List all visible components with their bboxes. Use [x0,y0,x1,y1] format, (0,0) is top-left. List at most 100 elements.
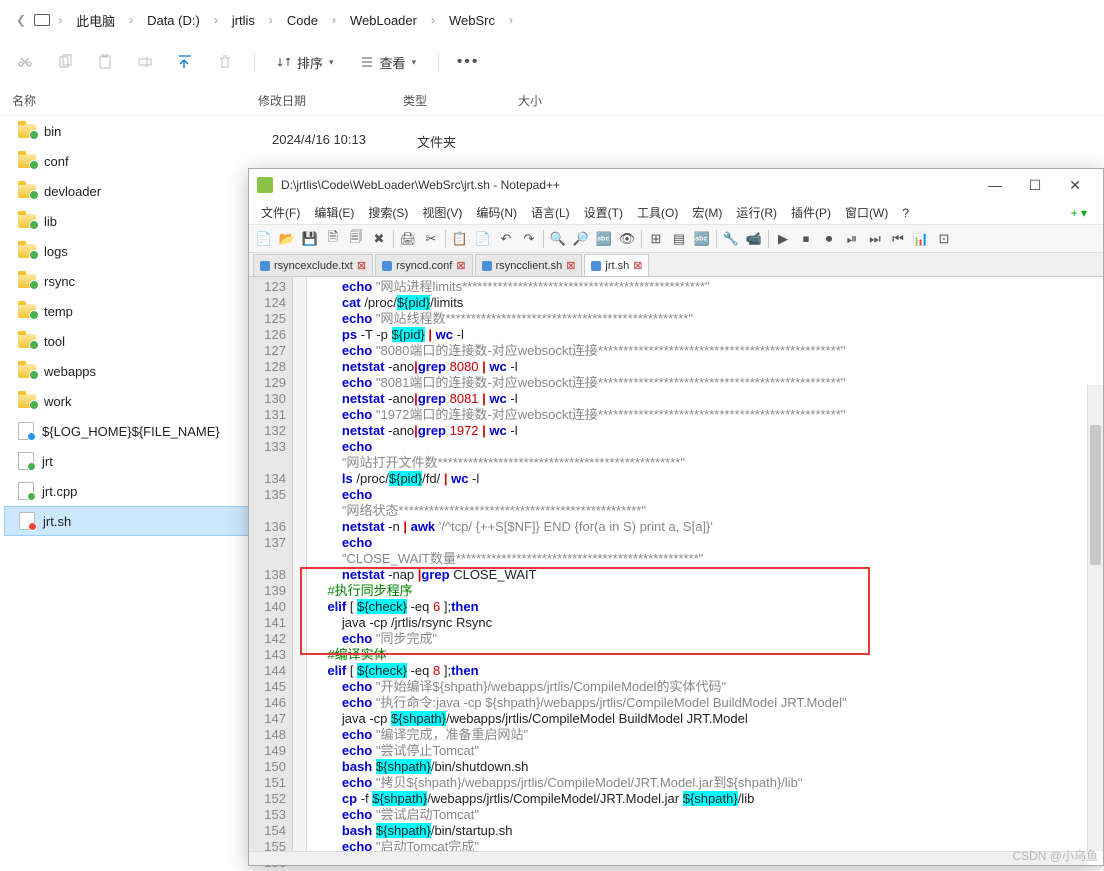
tab-bar: rsyncexclude.txt⊠rsyncd.conf⊠rsyncclient… [249,253,1103,277]
sort-dropdown[interactable]: 排序 ▾ [267,49,344,76]
menu-item[interactable]: 文件(F) [255,202,306,223]
close-button[interactable]: ✕ [1055,171,1095,199]
menu-item[interactable]: 编码(N) [470,202,523,223]
toolbar-button[interactable]: 🔎 [570,228,592,250]
menu-item[interactable]: 编辑(E) [308,202,360,223]
toolbar-button[interactable]: ↶ [495,228,517,250]
toolbar-button[interactable]: 📄 [472,228,494,250]
vertical-scrollbar[interactable] [1087,385,1103,851]
editor-tab[interactable]: rsyncclient.sh⊠ [475,254,583,276]
editor-tab[interactable]: rsyncd.conf⊠ [375,254,472,276]
chevron-icon[interactable]: ❮ [10,13,32,27]
crumb-folder[interactable]: jrtlis [226,11,261,30]
col-name[interactable]: 名称 [0,84,246,115]
close-tab-icon[interactable]: ⊠ [456,259,465,272]
toolbar-button[interactable]: 📋 [449,228,471,250]
file-item[interactable]: logs [4,236,250,266]
toolbar-button[interactable]: 💾 [299,228,321,250]
pc-icon[interactable] [34,12,50,28]
close-tab-icon[interactable]: ⊠ [566,259,575,272]
file-item[interactable]: jrt.sh [4,506,250,536]
menu-item[interactable]: 运行(R) [730,202,783,223]
crumb-folder[interactable]: WebSrc [443,11,501,30]
add-tab-button[interactable]: + ▾ [1061,206,1097,220]
toolbar-button[interactable]: 🗐 [345,228,367,250]
file-item[interactable]: jrt [4,446,250,476]
editor-tab[interactable]: rsyncexclude.txt⊠ [253,254,373,276]
toolbar-button[interactable]: 📹 [743,228,765,250]
menu-item[interactable]: ? [896,204,915,222]
toolbar-button[interactable]: ▤ [668,228,690,250]
menu-item[interactable]: 宏(M) [686,202,728,223]
crumb-drive[interactable]: Data (D:) [141,11,206,30]
close-tab-icon[interactable]: ⊠ [633,259,642,272]
editor[interactable]: 1231241251261271281291301311321331341351… [249,277,1103,865]
file-item[interactable]: work [4,386,250,416]
titlebar[interactable]: D:\jrtlis\Code\WebLoader\WebSrc\jrt.sh -… [249,169,1103,201]
col-type[interactable]: 类型 [391,84,506,115]
menu-item[interactable]: 工具(O) [631,202,684,223]
toolbar-button[interactable]: ⊡ [933,228,955,250]
toolbar-button[interactable]: 🔤 [691,228,713,250]
file-item[interactable]: jrt.cpp [4,476,250,506]
file-name: webapps [44,364,96,379]
col-size[interactable]: 大小 [506,84,586,115]
share-button[interactable] [168,46,202,78]
toolbar-button[interactable]: ✂ [420,228,442,250]
toolbar-button[interactable]: 🔤 [593,228,615,250]
toolbar-button[interactable]: ⏯ [841,228,863,250]
crumb-pc[interactable]: 此电脑 [70,9,121,32]
crumb-folder[interactable]: WebLoader [344,11,423,30]
file-item[interactable]: temp [4,296,250,326]
menu-item[interactable]: 窗口(W) [839,202,894,223]
menu-item[interactable]: 视图(V) [416,202,468,223]
toolbar-button[interactable]: 🔧 [720,228,742,250]
file-item[interactable]: devloader [4,176,250,206]
file-item[interactable]: tool [4,326,250,356]
toolbar-button[interactable]: 🔍 [547,228,569,250]
editor-tab[interactable]: jrt.sh⊠ [584,254,649,276]
menu-item[interactable]: 插件(P) [785,202,837,223]
more-button[interactable]: ••• [451,46,485,78]
toolbar-button[interactable]: ⊞ [645,228,667,250]
rename-button[interactable] [128,46,162,78]
view-dropdown[interactable]: 查看 ▾ [350,49,427,76]
file-item[interactable]: bin [4,116,250,146]
toolbar-button[interactable]: 📄 [253,228,275,250]
toolbar-button[interactable]: 📂 [276,228,298,250]
toolbar-button[interactable]: 🖨 [397,228,419,250]
delete-button[interactable] [208,46,242,78]
toolbar-button[interactable]: ⏹ [795,228,817,250]
paste-button[interactable] [88,46,122,78]
toolbar-button[interactable]: 🗎 [322,228,344,250]
close-tab-icon[interactable]: ⊠ [357,259,366,272]
file-item[interactable]: rsync [4,266,250,296]
copy-button[interactable] [48,46,82,78]
code-area[interactable]: echo "网站进程limits************************… [307,277,1103,865]
horizontal-scrollbar[interactable] [249,851,1087,865]
toolbar-button[interactable]: ▶ [772,228,794,250]
toolbar-button[interactable]: ⏮ [887,228,909,250]
file-icon [18,422,34,440]
folder-icon [18,214,36,228]
file-item[interactable]: lib [4,206,250,236]
cut-button[interactable] [8,46,42,78]
toolbar-button[interactable]: ↷ [518,228,540,250]
minimize-button[interactable]: — [975,171,1015,199]
toolbar-button[interactable]: ✖ [368,228,390,250]
menu-item[interactable]: 搜索(S) [362,202,414,223]
crumb-folder[interactable]: Code [281,11,324,30]
menu-bar: 文件(F)编辑(E)搜索(S)视图(V)编码(N)语言(L)设置(T)工具(O)… [249,201,1103,225]
toolbar-button[interactable]: 📊 [910,228,932,250]
toolbar-button[interactable]: 👁 [616,228,638,250]
col-modified[interactable]: 修改日期 [246,84,391,115]
file-item[interactable]: webapps [4,356,250,386]
maximize-button[interactable]: ☐ [1015,171,1055,199]
toolbar-button[interactable]: ⏺ [818,228,840,250]
chevron-icon: › [123,13,139,27]
toolbar-button[interactable]: ⏭ [864,228,886,250]
menu-item[interactable]: 语言(L) [525,202,576,223]
file-item[interactable]: conf [4,146,250,176]
menu-item[interactable]: 设置(T) [578,202,629,223]
file-item[interactable]: ${LOG_HOME}${FILE_NAME} [4,416,250,446]
